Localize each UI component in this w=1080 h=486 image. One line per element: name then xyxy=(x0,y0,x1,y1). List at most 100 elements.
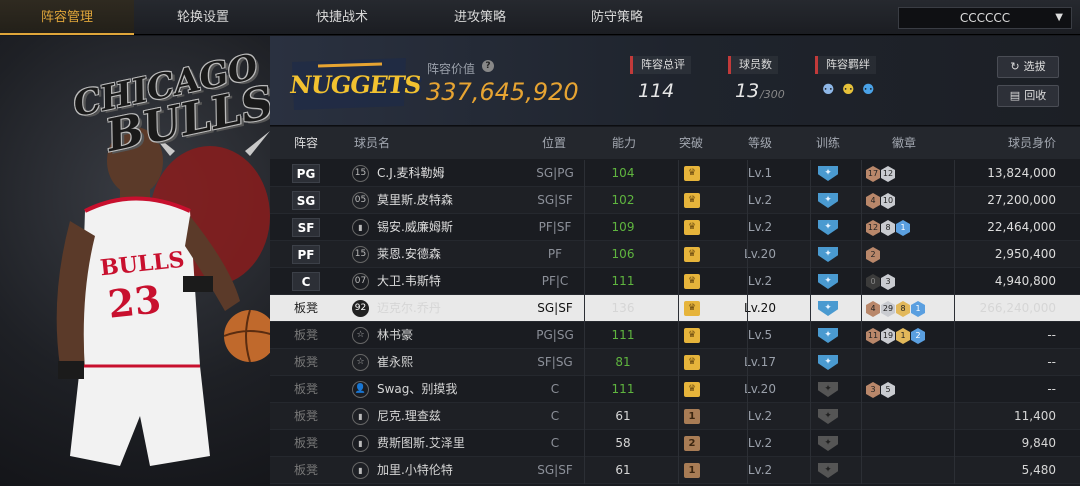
position-slot[interactable]: SF xyxy=(292,218,320,237)
table-row[interactable]: C 07 大卫.韦斯特 PF|C 111 ♛ Lv.2 ✦ 0 3 4,940,800 xyxy=(270,268,1080,295)
player-price: 9,840 xyxy=(1021,436,1056,450)
player-name[interactable]: C.J.麦科勒姆 xyxy=(377,160,445,187)
table-row[interactable]: PF 15 莱恩.安德森 PF 106 ♛ Lv.20 ✦ 2 2,950,400 xyxy=(270,241,1080,268)
table-row[interactable]: SF ▮ 锡安.威廉姆斯 PF|SF 109 ♛ Lv.2 ✦ 12 8 1 22,464,000 xyxy=(270,214,1080,241)
training-shield-icon[interactable]: ✦ xyxy=(818,166,838,181)
player-name[interactable]: Swag、别摸我 xyxy=(377,376,457,403)
tab-rotation-settings[interactable]: 轮换设置 xyxy=(134,0,272,35)
column-divider xyxy=(861,403,862,430)
table-row[interactable]: 板凳 👤 Swag、别摸我 C 111 ♛ Lv.20 ✦ 3 5 -- xyxy=(270,376,1080,403)
player-position: PG|SG xyxy=(536,328,574,342)
help-icon[interactable]: ? xyxy=(482,60,494,72)
player-name[interactable]: 林书豪 xyxy=(377,322,413,349)
recycle-button[interactable]: ▤ 回收 xyxy=(997,85,1059,107)
badge-count: 2 xyxy=(911,328,925,344)
player-ability: 106 xyxy=(611,247,635,261)
column-divider xyxy=(810,403,811,430)
refresh-icon: ↻ xyxy=(1010,60,1020,73)
roster-summary: NUGGETS 阵容价值 ? 337,645,920 阵容总评 114 球员数 … xyxy=(270,36,1080,126)
col-ability[interactable]: 能力 xyxy=(612,127,636,159)
player-price: 13,824,000 xyxy=(987,166,1056,180)
col-level[interactable]: 等级 xyxy=(748,127,772,159)
training-shield-icon[interactable]: ✦ xyxy=(818,355,838,370)
table-row[interactable]: 板凳 ▮ 尼克.理查兹 C 61 1 Lv.2 ✦ 11,400 xyxy=(270,403,1080,430)
training-shield-icon[interactable]: ✦ xyxy=(818,247,838,262)
player-name[interactable]: 锡安.威廉姆斯 xyxy=(377,214,453,241)
chemistry-icon-3[interactable]: ⚉ xyxy=(862,82,875,98)
column-divider xyxy=(861,349,862,376)
team-dropdown[interactable]: CCCCCC ▼ xyxy=(898,7,1072,29)
column-divider xyxy=(678,214,679,241)
col-slot[interactable]: 阵容 xyxy=(294,127,318,159)
roster-value: 337,645,920 xyxy=(426,78,579,106)
training-shield-icon[interactable]: ✦ xyxy=(818,463,838,478)
training-shield-icon[interactable]: ✦ xyxy=(818,193,838,208)
bench-slot[interactable]: 板凳 xyxy=(294,295,318,322)
player-name[interactable]: 莱恩.安德森 xyxy=(377,241,441,268)
col-badges[interactable]: 徽章 xyxy=(892,127,916,159)
player-name[interactable]: 迈克尔.乔丹 xyxy=(377,295,441,322)
training-shield-icon[interactable]: ✦ xyxy=(818,409,838,424)
tab-offense-strategy[interactable]: 进攻策略 xyxy=(412,0,548,35)
player-name[interactable]: 莫里斯.皮特森 xyxy=(377,187,453,214)
bench-slot[interactable]: 板凳 xyxy=(294,430,318,457)
table-row[interactable]: 板凳 ▮ 费斯图斯.艾泽里 C 58 2 Lv.2 ✦ 9,840 xyxy=(270,430,1080,457)
col-training[interactable]: 训练 xyxy=(816,127,840,159)
player-position: PF xyxy=(547,247,563,261)
badge-count: 2 xyxy=(866,247,880,263)
table-row[interactable]: SG 05 莫里斯.皮特森 SG|SF 102 ♛ Lv.2 ✦ 4 10 27,200,000 xyxy=(270,187,1080,214)
bench-slot[interactable]: 板凳 xyxy=(294,376,318,403)
training-shield-icon[interactable]: ✦ xyxy=(818,301,838,316)
bench-slot[interactable]: 板凳 xyxy=(294,403,318,430)
tab-roster-management[interactable]: 阵容管理 xyxy=(0,0,134,35)
bench-slot[interactable]: 板凳 xyxy=(294,457,318,484)
table-row[interactable]: 板凳 ☆ 崔永熙 SF|SG 81 ♛ Lv.17 ✦ -- xyxy=(270,349,1080,376)
training-shield-icon[interactable]: ✦ xyxy=(818,328,838,343)
player-name[interactable]: 大卫.韦斯特 xyxy=(377,268,441,295)
table-row[interactable]: 板凳 92 迈克尔.乔丹 SG|SF 136 ♛ Lv.20 ✦ 4 29 8 1 266,240,00… xyxy=(270,295,1080,322)
table-row[interactable]: 板凳 ☆ 林书豪 PG|SG 111 ♛ Lv.5 ✦ 11 19 1 2 -- xyxy=(270,322,1080,349)
tab-quick-tactics[interactable]: 快捷战术 xyxy=(272,0,412,35)
player-position: SG|SF xyxy=(537,193,573,207)
crown-icon: ♛ xyxy=(684,220,700,235)
training-shield-icon[interactable]: ✦ xyxy=(818,274,838,289)
player-name[interactable]: 加里.小特伦特 xyxy=(377,457,453,484)
table-row[interactable]: PG 15 C.J.麦科勒姆 SG|PG 104 ♛ Lv.1 ✦ 17 12 13,824,000 xyxy=(270,160,1080,187)
column-divider xyxy=(678,349,679,376)
col-name[interactable]: 球员名 xyxy=(354,127,390,159)
bench-slot[interactable]: 板凳 xyxy=(294,349,318,376)
player-name[interactable]: 崔永熙 xyxy=(377,349,413,376)
column-divider xyxy=(584,430,585,457)
col-position[interactable]: 位置 xyxy=(542,127,566,159)
position-slot[interactable]: PF xyxy=(292,245,320,264)
badge-count: 4 xyxy=(866,193,880,209)
column-divider xyxy=(747,214,748,241)
column-divider xyxy=(747,349,748,376)
training-shield-icon[interactable]: ✦ xyxy=(818,382,838,397)
chemistry-icon-1[interactable]: ⚉ xyxy=(822,82,835,98)
position-slot[interactable]: SG xyxy=(292,191,320,210)
column-divider xyxy=(747,268,748,295)
roster-table: 阵容 球员名 位置 能力 突破 等级 训练 徽章 球员身价 PG 15 C.J.麦科… xyxy=(270,127,1080,486)
col-breakthrough[interactable]: 突破 xyxy=(679,127,703,159)
jersey-number-icon: ☆ xyxy=(352,354,369,371)
column-divider xyxy=(678,241,679,268)
player-price: 2,950,400 xyxy=(994,247,1056,261)
column-divider xyxy=(861,214,862,241)
player-name[interactable]: 尼克.理查兹 xyxy=(377,403,441,430)
player-ability: 109 xyxy=(611,220,635,234)
training-shield-icon[interactable]: ✦ xyxy=(818,220,838,235)
tab-defense-strategy[interactable]: 防守策略 xyxy=(548,0,686,35)
chemistry-icon-2[interactable]: ⚉ xyxy=(842,82,855,98)
col-price[interactable]: 球员身价 xyxy=(1008,127,1056,159)
position-slot[interactable]: PG xyxy=(292,164,320,183)
bench-slot[interactable]: 板凳 xyxy=(294,322,318,349)
select-players-button[interactable]: ↻ 选拔 xyxy=(997,56,1059,78)
table-row[interactable]: 板凳 ▮ 加里.小特伦特 SG|SF 61 1 Lv.2 ✦ 5,480 xyxy=(270,457,1080,484)
position-slot[interactable]: C xyxy=(292,272,320,291)
column-divider xyxy=(810,187,811,214)
jersey-number-icon: ☆ xyxy=(352,327,369,344)
column-divider xyxy=(747,295,748,322)
training-shield-icon[interactable]: ✦ xyxy=(818,436,838,451)
player-name[interactable]: 费斯图斯.艾泽里 xyxy=(377,430,465,457)
